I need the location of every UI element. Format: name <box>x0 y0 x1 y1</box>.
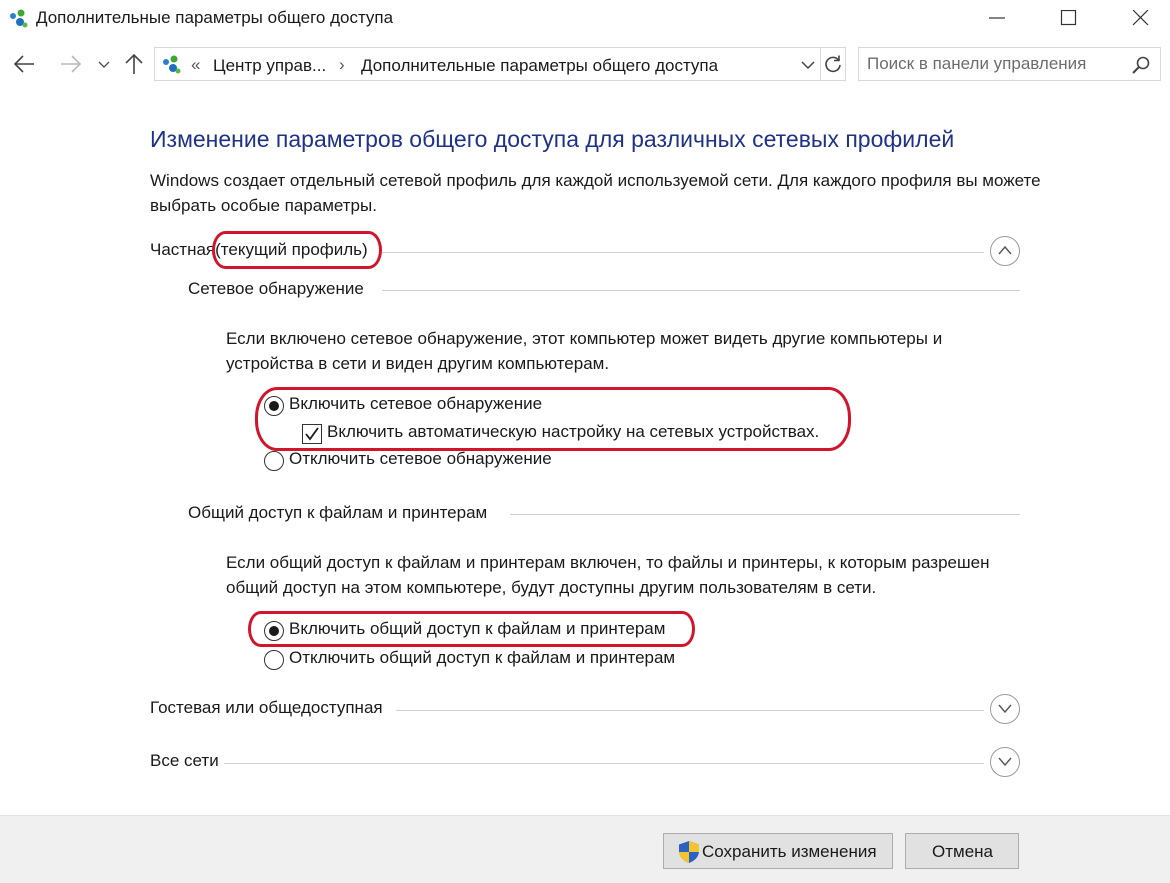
radio-button[interactable] <box>264 396 284 416</box>
forward-button[interactable] <box>58 52 84 78</box>
option-label[interactable]: Включить автоматическую настройку на сет… <box>327 422 819 442</box>
address-bar[interactable]: « Центр управ... › Дополнительные параме… <box>154 47 846 81</box>
expand-all-networks-button[interactable] <box>990 747 1020 777</box>
address-divider <box>820 48 821 80</box>
radio-button[interactable] <box>264 621 284 641</box>
network-sharing-icon <box>161 54 183 76</box>
save-changes-label: Сохранить изменения <box>702 842 877 861</box>
section-network-discovery: Сетевое обнаружение <box>188 279 1020 303</box>
profile-name-private: Частная(текущий профиль) <box>150 240 368 260</box>
uac-shield-icon <box>677 840 701 864</box>
recent-locations-button[interactable] <box>96 52 112 78</box>
refresh-icon <box>825 55 841 73</box>
breadcrumb-current[interactable]: Дополнительные параметры общего доступа <box>361 56 718 76</box>
chevron-down-icon <box>998 704 1012 713</box>
page-title: Изменение параметров общего доступа для … <box>150 126 955 152</box>
profile-header-private[interactable]: Частная(текущий профиль) <box>150 236 1022 266</box>
current-profile-label: (текущий профиль) <box>215 240 368 259</box>
window-title: Дополнительные параметры общего доступа <box>36 8 394 27</box>
section-divider <box>510 514 1020 515</box>
refresh-button[interactable] <box>823 54 843 74</box>
network-sharing-icon <box>8 8 30 30</box>
minimize-button[interactable] <box>968 0 1026 36</box>
chevron-down-icon <box>98 61 110 68</box>
back-arrow-icon <box>13 55 34 73</box>
radio-enable-file-printer-sharing[interactable]: Включить общий доступ к файлам и принтер… <box>264 619 694 643</box>
close-icon <box>1132 10 1149 26</box>
option-label[interactable]: Отключить общий доступ к файлам и принте… <box>289 648 675 668</box>
close-button[interactable] <box>1112 0 1170 36</box>
section-title: Общий доступ к файлам и принтерам <box>188 503 488 522</box>
radio-button[interactable] <box>264 451 284 471</box>
profile-divider <box>224 763 984 764</box>
profile-header-guest[interactable]: Гостевая или общедоступная <box>150 694 1022 724</box>
maximize-button[interactable] <box>1040 0 1098 36</box>
breadcrumb-control-center[interactable]: Центр управ... <box>213 56 326 76</box>
section-file-printer-sharing: Общий доступ к файлам и принтерам <box>188 503 1020 527</box>
search-input[interactable] <box>867 53 1117 75</box>
navigation-bar: « Центр управ... › Дополнительные параме… <box>0 42 1170 86</box>
profile-name-guest: Гостевая или общедоступная <box>150 698 383 718</box>
breadcrumb-separator[interactable]: › <box>339 55 345 75</box>
back-button[interactable] <box>12 52 38 78</box>
intro-text: Windows создает отдельный сетевой профил… <box>150 171 1041 215</box>
radio-disable-network-discovery[interactable]: Отключить сетевое обнаружение <box>264 449 664 473</box>
profile-divider <box>382 252 984 253</box>
chevron-up-icon <box>998 245 1012 255</box>
chevron-down-icon <box>998 757 1012 766</box>
expand-guest-button[interactable] <box>990 694 1020 724</box>
address-history-button[interactable] <box>799 56 817 74</box>
option-label[interactable]: Включить сетевое обнаружение <box>289 394 542 414</box>
search-icon[interactable] <box>1131 55 1151 75</box>
forward-arrow-icon <box>61 55 82 73</box>
network-discovery-description: Если включено сетевое обнаружение, этот … <box>226 329 943 373</box>
footer-bar: Сохранить изменения Отмена <box>0 815 1170 883</box>
maximize-icon <box>1060 10 1077 26</box>
up-button[interactable] <box>122 52 148 78</box>
title-bar: Дополнительные параметры общего доступа <box>0 0 1170 38</box>
radio-enable-network-discovery[interactable]: Включить сетевое обнаружение <box>264 394 664 418</box>
profile-divider <box>396 710 984 711</box>
chevron-down-icon <box>801 61 815 70</box>
minimize-icon <box>989 17 1005 19</box>
search-box[interactable] <box>858 47 1161 81</box>
up-arrow-icon <box>125 53 143 74</box>
radio-disable-file-printer-sharing[interactable]: Отключить общий доступ к файлам и принте… <box>264 648 704 672</box>
checkbox-auto-setup-devices[interactable]: Включить автоматическую настройку на сет… <box>302 422 862 446</box>
checkmark-icon <box>305 427 319 441</box>
option-label[interactable]: Отключить сетевое обнаружение <box>289 449 552 469</box>
profile-header-all-networks[interactable]: Все сети <box>150 747 1022 777</box>
breadcrumb-overflow[interactable]: « <box>191 55 200 75</box>
profile-name-all-networks: Все сети <box>150 751 219 771</box>
section-divider <box>382 290 1020 291</box>
file-printer-sharing-description: Если общий доступ к файлам и принтерам в… <box>226 553 990 597</box>
option-label[interactable]: Включить общий доступ к файлам и принтер… <box>289 619 665 639</box>
collapse-private-button[interactable] <box>990 236 1020 266</box>
cancel-button[interactable]: Отмена <box>905 833 1019 869</box>
save-changes-button[interactable]: Сохранить изменения <box>663 833 893 869</box>
radio-button[interactable] <box>264 650 284 670</box>
main-content: Изменение параметров общего доступа для … <box>0 90 1170 815</box>
checkbox[interactable] <box>302 424 322 444</box>
cancel-label: Отмена <box>932 842 993 861</box>
section-title: Сетевое обнаружение <box>188 279 364 298</box>
